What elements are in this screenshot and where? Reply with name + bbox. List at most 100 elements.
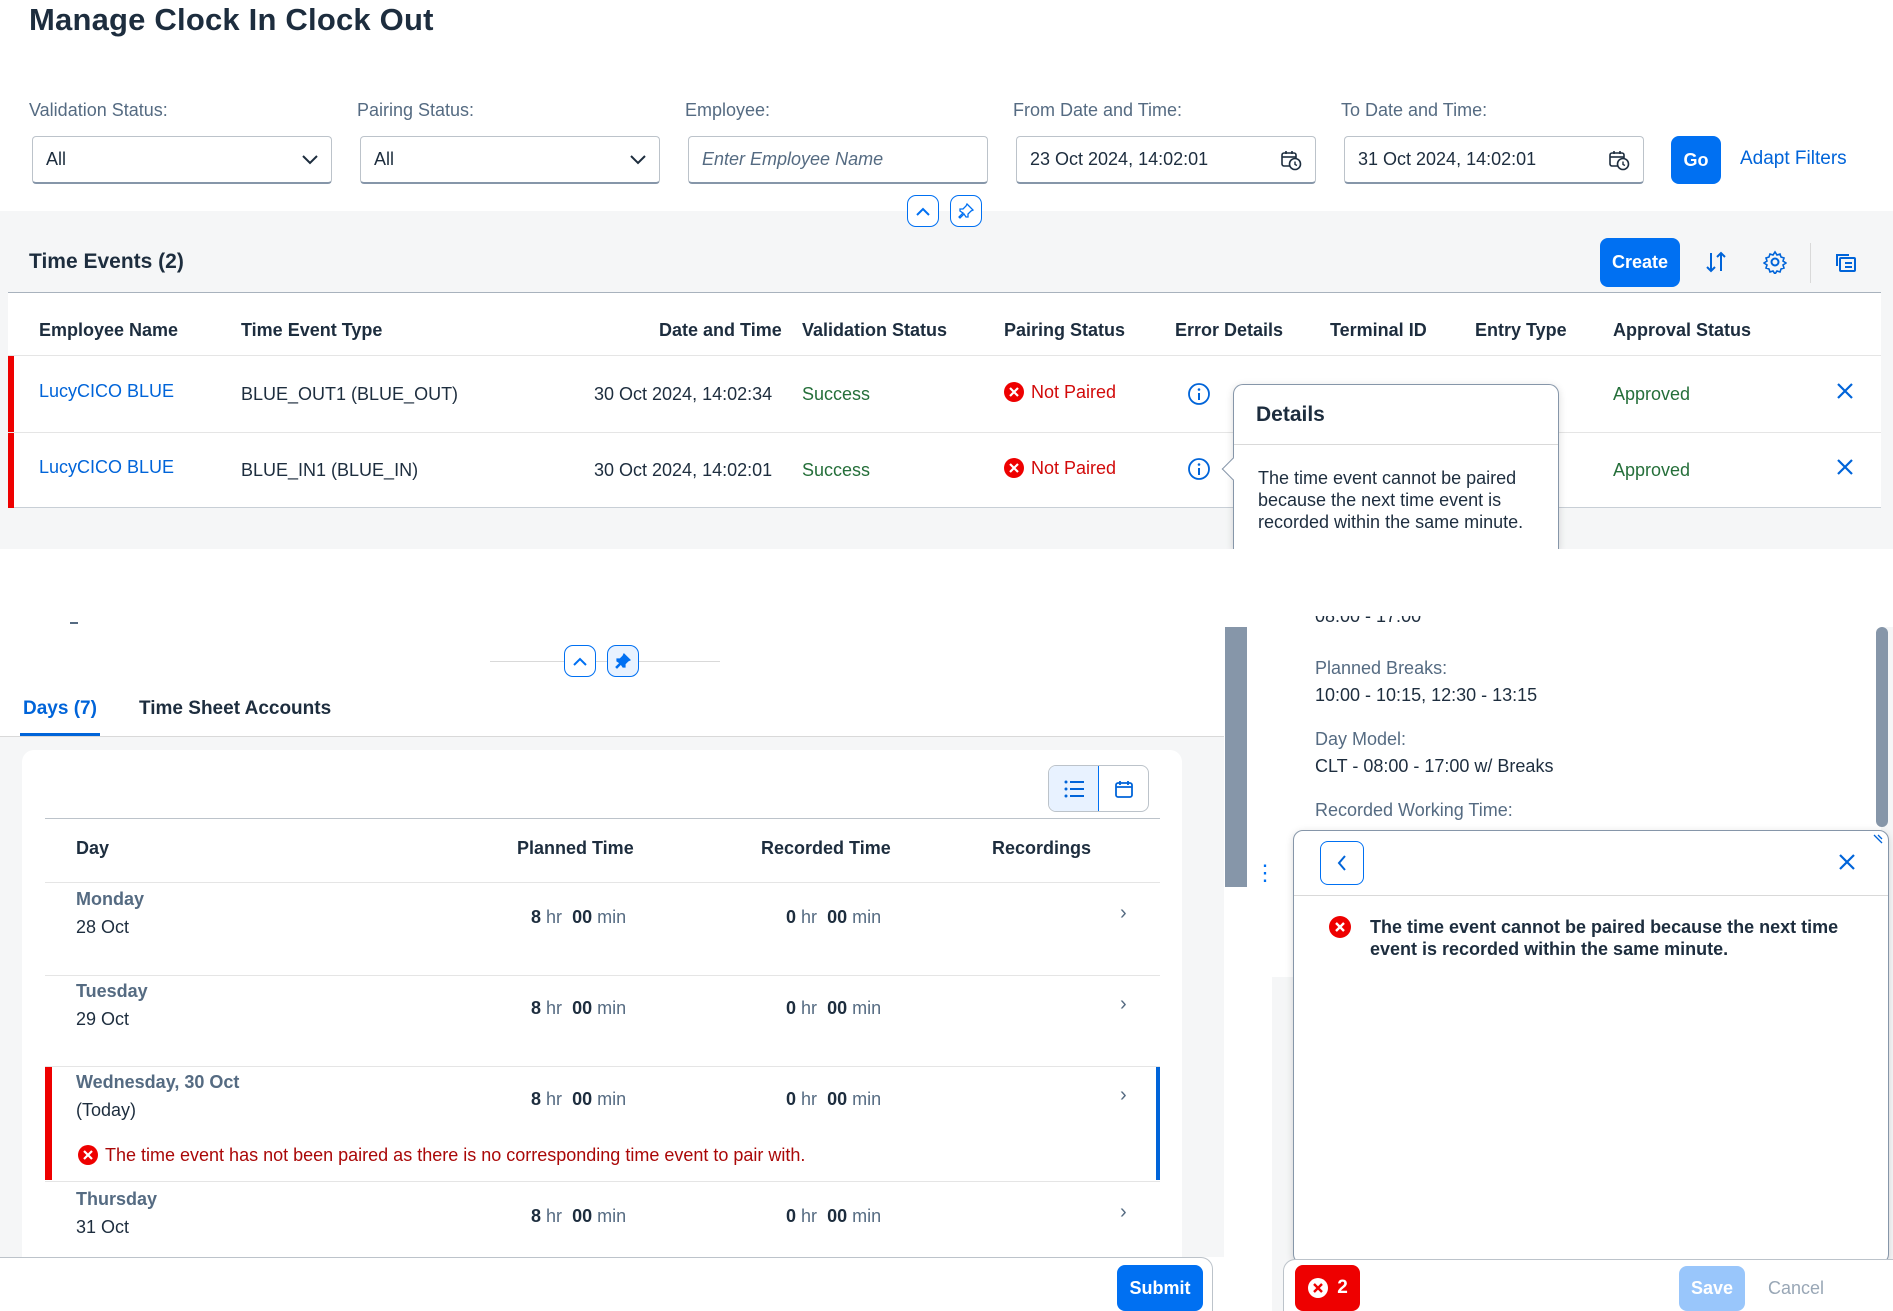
column-header: Planned Time — [517, 838, 634, 858]
validation-status: Success — [802, 460, 871, 480]
submit-button[interactable]: Submit — [1117, 1265, 1203, 1311]
employee-link[interactable]: LucyCICO BLUE — [39, 457, 174, 478]
day-name: Monday — [76, 889, 145, 909]
day-date: 31 Oct — [76, 1217, 130, 1237]
pairing-status: Not Paired — [1003, 381, 1116, 403]
row-error-marker — [8, 356, 14, 432]
planned-breaks-value: 10:00 - 10:15, 12:30 - 13:15 — [1315, 685, 1538, 705]
recorded-time: 0 hr 00 min — [786, 1089, 882, 1109]
day-name: Tuesday — [76, 981, 148, 1001]
planned-time: 8 hr 00 min — [531, 998, 627, 1018]
column-header: Recordings — [992, 838, 1092, 858]
validation-status-value: All — [46, 149, 67, 169]
column-header[interactable]: Error Details — [1175, 320, 1283, 341]
message-popover: The time event cannot be paired because … — [1293, 830, 1889, 1264]
footer-toolbar — [0, 1257, 1213, 1311]
collapse-header-button[interactable] — [907, 195, 939, 227]
column-header[interactable]: Validation Status — [802, 320, 947, 341]
details-popover: Details The time event cannot be paired … — [1233, 384, 1559, 550]
pairing-status-label: Pairing Status: — [357, 100, 475, 120]
chevron-up-icon — [916, 207, 930, 216]
column-header[interactable]: Employee Name — [39, 320, 178, 341]
calendar-clock-icon[interactable] — [1608, 149, 1630, 171]
pairing-status-value: All — [374, 149, 395, 169]
popover-title: Details — [1234, 385, 1558, 445]
calendar-view-icon[interactable] — [1099, 766, 1148, 811]
employee-label: Employee: — [685, 100, 771, 120]
cut-value-text: 08:00 - 17:00 — [1315, 616, 1422, 626]
scrollbar[interactable] — [1876, 627, 1888, 827]
settings-gear-icon[interactable] — [1757, 244, 1793, 280]
close-icon[interactable] — [1836, 382, 1854, 400]
sort-icon[interactable] — [1698, 244, 1734, 280]
column-header[interactable]: Approval Status — [1613, 320, 1751, 341]
day-date: (Today) — [76, 1100, 137, 1120]
message-popover-header — [1294, 831, 1888, 896]
chevron-right-icon[interactable]: › — [1120, 1201, 1127, 1224]
row-divider — [8, 432, 1881, 433]
export-icon[interactable] — [1828, 244, 1864, 280]
recorded-working-time-label: Recorded Working Time: — [1315, 800, 1513, 820]
row-error-marker — [45, 1067, 52, 1180]
close-icon[interactable] — [1836, 458, 1854, 476]
day-error-message: The time event has not been paired as th… — [77, 1144, 805, 1166]
column-header[interactable]: Pairing Status — [1004, 320, 1125, 341]
tab-days[interactable]: Days (7) — [23, 698, 97, 720]
day-name: Thursday — [76, 1189, 158, 1209]
row-divider — [45, 975, 1160, 976]
adapt-filters-link[interactable]: Adapt Filters — [1740, 148, 1847, 170]
chevron-right-icon[interactable]: › — [1120, 902, 1127, 925]
validation-status-select[interactable]: All — [32, 136, 332, 184]
error-icon — [1328, 915, 1352, 939]
save-button[interactable]: Save — [1679, 1266, 1745, 1311]
recorded-time: 0 hr 00 min — [786, 1206, 882, 1226]
info-icon[interactable] — [1187, 457, 1211, 481]
days-table-top-line — [45, 818, 1160, 819]
column-header: Day — [76, 838, 110, 858]
chevron-right-icon[interactable]: › — [1120, 993, 1127, 1016]
employee-input[interactable]: Enter Employee Name — [688, 136, 988, 184]
validation-status: Success — [802, 384, 871, 404]
to-date-picker[interactable]: 31 Oct 2024, 14:02:01 — [1344, 136, 1644, 184]
resize-corner-icon[interactable] — [1872, 833, 1884, 845]
close-icon[interactable] — [1838, 853, 1856, 871]
column-header[interactable]: Terminal ID — [1330, 320, 1427, 341]
column-header[interactable]: Date and Time — [659, 320, 782, 341]
tab-time-sheet-accounts[interactable]: Time Sheet Accounts — [139, 698, 331, 720]
from-date-value: 23 Oct 2024, 14:02:01 — [1030, 149, 1209, 169]
go-button[interactable]: Go — [1671, 136, 1721, 184]
create-button[interactable]: Create — [1600, 238, 1680, 287]
info-icon[interactable] — [1187, 382, 1211, 406]
row-selected-marker — [1156, 1067, 1160, 1180]
chevron-down-icon — [302, 154, 318, 165]
calendar-clock-icon[interactable] — [1280, 149, 1302, 171]
pin-header-button[interactable] — [950, 195, 982, 227]
pin-header-button[interactable] — [607, 645, 639, 677]
approval-status: Approved — [1613, 384, 1691, 404]
cancel-button[interactable]: Cancel — [1768, 1278, 1824, 1299]
error-icon — [1308, 1278, 1329, 1298]
chevron-right-icon[interactable]: › — [1120, 1084, 1127, 1107]
planned-time: 8 hr 00 min — [531, 1089, 627, 1109]
employee-link[interactable]: LucyCICO BLUE — [39, 381, 174, 402]
pairing-status-select[interactable]: All — [360, 136, 660, 184]
message-count-button[interactable]: 2 — [1295, 1265, 1360, 1311]
row-divider — [45, 882, 1160, 883]
from-date-picker[interactable]: 23 Oct 2024, 14:02:01 — [1016, 136, 1316, 184]
splitter-bar[interactable] — [1225, 627, 1247, 887]
toolbar-separator — [1810, 243, 1811, 283]
chevron-up-icon — [573, 657, 587, 666]
column-header[interactable]: Entry Type — [1475, 320, 1567, 341]
to-date-value: 31 Oct 2024, 14:02:01 — [1358, 149, 1537, 169]
day-model-value: CLT - 08:00 - 17:00 w/ Breaks — [1315, 756, 1554, 776]
list-view-icon[interactable] — [1049, 766, 1099, 811]
column-header[interactable]: Time Event Type — [241, 320, 382, 341]
back-button[interactable] — [1320, 841, 1364, 885]
table-title: Time Events (2) — [29, 250, 184, 273]
popover-line: recorded within the same minute. — [1258, 512, 1524, 532]
view-switch[interactable] — [1048, 765, 1149, 812]
pin-icon — [958, 203, 974, 219]
pin-icon — [615, 653, 631, 669]
collapse-header-button[interactable] — [564, 645, 596, 677]
recorded-time: 0 hr 00 min — [786, 998, 882, 1018]
